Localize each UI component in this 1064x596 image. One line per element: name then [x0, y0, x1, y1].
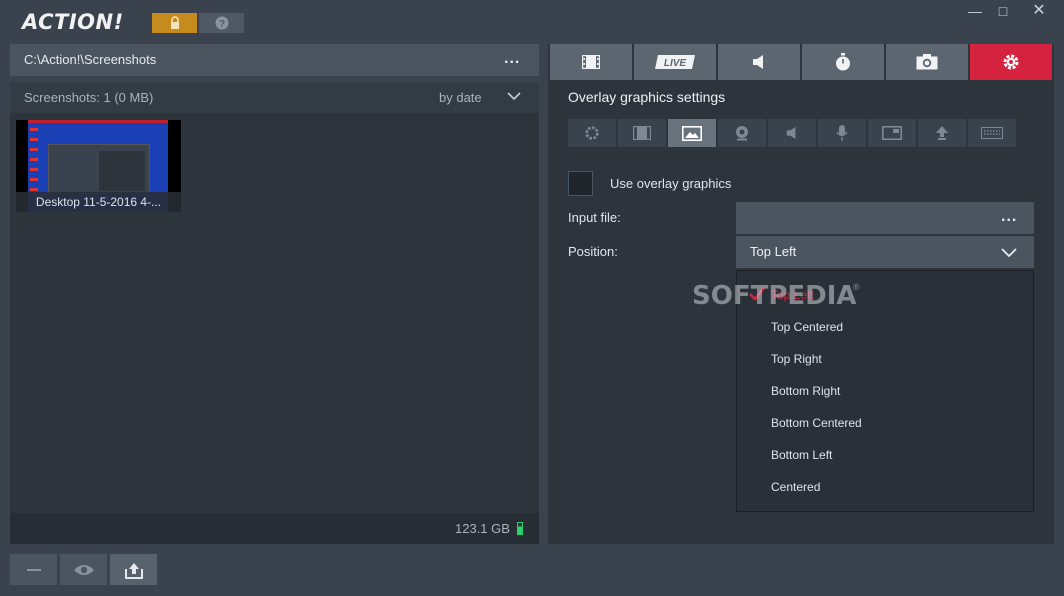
speaker-icon [786, 127, 796, 139]
webcam-icon [736, 126, 748, 141]
speaker-icon [753, 55, 763, 69]
watermark: SOFTPEDIA [692, 281, 857, 311]
tab-benchmark[interactable] [802, 44, 884, 80]
minus-icon [26, 568, 41, 571]
subtab-hotkeys[interactable] [968, 119, 1016, 147]
thumbnail-window [48, 144, 150, 194]
keyboard-icon [981, 127, 1003, 139]
position-option-top-centered[interactable]: Top Centered [771, 320, 843, 334]
chevron-down-icon[interactable] [1001, 245, 1017, 259]
position-option-centered[interactable]: Centered [771, 480, 820, 494]
help-icon: ? [215, 16, 228, 30]
browse-path-button[interactable]: ... [504, 50, 520, 68]
screenshots-panel: Screenshots: 1 (0 MB) by date Desktop 11… [10, 82, 539, 544]
film-icon [633, 126, 651, 140]
thumbnail-window-panel [99, 151, 145, 191]
camera-icon [916, 54, 938, 70]
tab-video[interactable] [550, 44, 632, 80]
tab-live[interactable]: LIVE [634, 44, 716, 80]
sort-label[interactable]: by date [439, 90, 482, 105]
delete-button[interactable] [10, 554, 57, 585]
app-logo: ACTION! [22, 10, 124, 34]
gear-icon [1003, 54, 1019, 70]
left-footer: 123.1 GB [10, 513, 539, 544]
subtab-audio[interactable] [768, 119, 816, 147]
image-icon [682, 125, 702, 141]
input-file-field[interactable]: ... [736, 202, 1034, 234]
screenshot-thumbnail[interactable]: Desktop 11-5-2016 4-... [16, 120, 181, 212]
thumbnail-desktop-icons [30, 128, 38, 198]
eye-icon [73, 564, 94, 575]
help-button[interactable]: ? [199, 13, 244, 33]
film-icon [582, 55, 600, 69]
disk-level-icon [517, 522, 523, 535]
path-bar: C:\Action!\Screenshots ... [10, 44, 539, 76]
stopwatch-icon [836, 53, 850, 71]
use-overlay-label: Use overlay graphics [610, 176, 732, 191]
minimize-button[interactable]: — [962, 4, 988, 20]
subtab-microphone[interactable] [818, 119, 866, 147]
subtab-video[interactable] [618, 119, 666, 147]
window-icon [882, 126, 902, 140]
upload-arrow-icon [936, 126, 948, 140]
input-file-label: Input file: [568, 210, 621, 225]
thumbnail-bar [28, 120, 168, 123]
position-selected-value: Top Left [750, 244, 797, 259]
position-label: Position: [568, 244, 618, 259]
view-button[interactable] [60, 554, 107, 585]
maximize-button[interactable]: □ [990, 4, 1016, 20]
thumbnail-caption: Desktop 11-5-2016 4-... [16, 192, 181, 212]
subtab-overlay[interactable] [668, 119, 716, 147]
upload-icon [124, 562, 143, 579]
microphone-icon [836, 125, 848, 141]
position-option-bottom-right[interactable]: Bottom Right [771, 384, 840, 398]
tab-screenshot[interactable] [886, 44, 968, 80]
watermark-registered: ® [853, 282, 860, 292]
subtab-upload[interactable] [918, 119, 966, 147]
lock-button[interactable] [152, 13, 197, 33]
tab-audio[interactable] [718, 44, 800, 80]
subtab-webcam[interactable] [718, 119, 766, 147]
path-text: C:\Action!\Screenshots [24, 52, 157, 67]
chevron-down-icon[interactable] [507, 89, 521, 103]
settings-sub-tabs [568, 119, 1018, 147]
upload-button[interactable] [110, 554, 157, 585]
close-button[interactable]: ✕ [1026, 3, 1052, 20]
svg-text:?: ? [218, 19, 224, 30]
disk-free-space: 123.1 GB [455, 521, 510, 536]
browse-file-button[interactable]: ... [1001, 208, 1017, 226]
main-tabs: LIVE [548, 44, 1054, 80]
lock-icon [170, 16, 179, 29]
section-title: Overlay graphics settings [568, 89, 726, 105]
position-select[interactable]: Top Left [736, 236, 1034, 268]
tab-settings[interactable] [970, 44, 1052, 80]
screenshots-header: Screenshots: 1 (0 MB) by date [10, 82, 539, 113]
position-option-bottom-left[interactable]: Bottom Left [771, 448, 832, 462]
position-option-bottom-centered[interactable]: Bottom Centered [771, 416, 862, 430]
gear-icon [585, 126, 599, 140]
live-icon: LIVE [655, 55, 695, 69]
subtab-general[interactable] [568, 119, 616, 147]
live-label: LIVE [664, 58, 687, 69]
subtab-display[interactable] [868, 119, 916, 147]
screenshots-count: Screenshots: 1 (0 MB) [24, 90, 154, 105]
use-overlay-checkbox[interactable] [568, 171, 593, 196]
position-option-top-right[interactable]: Top Right [771, 352, 822, 366]
